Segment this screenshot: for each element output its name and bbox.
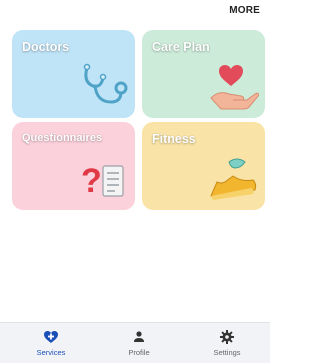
tile-label: Doctors (22, 40, 70, 54)
tile-care-plan[interactable]: Care Plan (142, 30, 265, 118)
svg-text:?: ? (81, 162, 102, 200)
nav-label: Services (36, 348, 66, 357)
top-bar: MORE (0, 0, 270, 24)
tile-fitness[interactable]: Fitness (142, 122, 265, 210)
tile-label: Fitness (152, 132, 196, 146)
person-icon (134, 331, 144, 342)
heart-plus-icon (44, 331, 58, 343)
nav-item-services[interactable]: Services (6, 323, 96, 363)
tile-label: Care Plan (152, 40, 210, 54)
more-button[interactable]: MORE (229, 5, 260, 16)
heart-hand-icon (210, 65, 259, 110)
nav-item-settings[interactable]: Settings (182, 323, 272, 363)
tile-questionnaires[interactable]: Questionnaires ? (12, 122, 135, 210)
tile-doctors[interactable]: Doctors (12, 30, 135, 118)
stethoscope-icon (83, 63, 128, 104)
question-clipboard-icon: ? (81, 162, 124, 200)
nav-label: Settings (213, 348, 241, 357)
running-shoe-icon (210, 158, 257, 200)
tile-label: Questionnaires (22, 132, 103, 144)
gear-icon (220, 330, 234, 344)
nav-label: Profile (128, 348, 150, 357)
nav-item-profile[interactable]: Profile (94, 323, 184, 363)
bottom-navigation: Services Profile Settings (0, 322, 270, 363)
